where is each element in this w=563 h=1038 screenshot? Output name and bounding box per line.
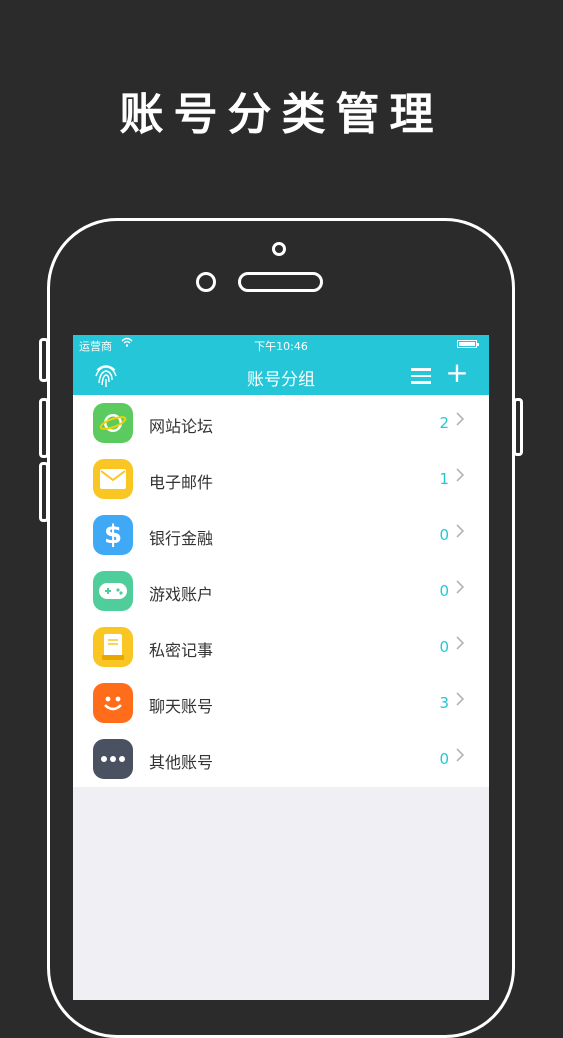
chevron-right-icon (455, 522, 469, 542)
navbar: 账号分组 + (73, 355, 489, 395)
group-label: 银行金融 (149, 529, 214, 548)
app-screen: 运营商 下午10:46 账号分组 + 网站论坛 2 电子邮件 1 $ 银行金融 0 游戏 (73, 335, 489, 1000)
front-camera-icon (196, 272, 216, 292)
add-icon[interactable]: + (443, 359, 471, 389)
chevron-right-icon (455, 746, 469, 766)
chevron-right-icon (455, 466, 469, 486)
envelope-icon (93, 459, 133, 499)
speaker-grille (238, 272, 323, 292)
status-bar: 运营商 下午10:46 (73, 335, 489, 353)
headline: 账号分类管理 (119, 89, 444, 140)
power-button (513, 398, 523, 456)
notebook-icon (93, 627, 133, 667)
menu-icon[interactable] (411, 365, 433, 385)
group-count: 0 (439, 638, 449, 656)
smiley-icon (93, 683, 133, 723)
list-item[interactable]: 游戏账户 0 (73, 563, 489, 619)
group-count: 0 (439, 750, 449, 768)
gamepad-icon (93, 571, 133, 611)
volume-down-button (39, 462, 49, 522)
list-item[interactable]: $ 银行金融 0 (73, 507, 489, 563)
group-count: 1 (439, 470, 449, 488)
chevron-right-icon (455, 690, 469, 710)
list-item[interactable]: 其他账号 0 (73, 731, 489, 787)
list-item[interactable]: 聊天账号 3 (73, 675, 489, 731)
list-item[interactable]: 电子邮件 1 (73, 451, 489, 507)
group-label: 网站论坛 (149, 417, 214, 436)
group-label: 其他账号 (149, 753, 214, 772)
chevron-right-icon (455, 634, 469, 654)
group-count: 0 (439, 582, 449, 600)
group-label: 私密记事 (149, 641, 214, 660)
group-label: 游戏账户 (149, 585, 214, 604)
volume-up-button (39, 398, 49, 458)
camera-icon (272, 242, 286, 256)
status-time: 下午10:46 (254, 340, 308, 353)
list-item[interactable]: 网站论坛 2 (73, 395, 489, 451)
dollar-icon: $ (93, 515, 133, 555)
mute-switch (39, 338, 49, 382)
group-list: 网站论坛 2 电子邮件 1 $ 银行金融 0 游戏账户 0 私密记事 0 聊天账号 3 其他账号 0 (73, 395, 489, 787)
more-icon (93, 739, 133, 779)
header: 运营商 下午10:46 账号分组 + (73, 335, 489, 395)
group-count: 3 (439, 694, 449, 712)
list-item[interactable]: 私密记事 0 (73, 619, 489, 675)
planet-icon (93, 403, 133, 443)
group-label: 电子邮件 (149, 473, 214, 492)
group-count: 2 (439, 414, 449, 432)
group-label: 聊天账号 (149, 697, 214, 716)
group-count: 0 (439, 526, 449, 544)
chevron-right-icon (455, 578, 469, 598)
battery-icon (457, 340, 479, 348)
chevron-right-icon (455, 410, 469, 430)
